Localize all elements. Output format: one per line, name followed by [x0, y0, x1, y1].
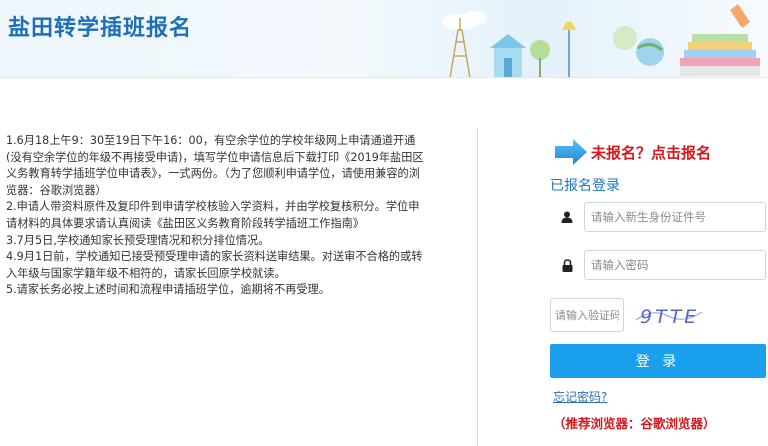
captcha-image[interactable]: 9TTE: [632, 298, 704, 332]
notice-item: 1.6月18上午9：30至19日下午16：00，有空余学位的学校年级网上申请通道…: [6, 134, 424, 197]
header-banner: 盐田转学插班报名: [0, 0, 768, 78]
password-input[interactable]: [584, 250, 766, 280]
forgot-password-link[interactable]: 忘记密码?: [553, 388, 607, 405]
register-link[interactable]: 未报名？点击报名: [553, 136, 743, 168]
arrow-right-icon: [555, 139, 587, 165]
lock-icon: [550, 250, 584, 280]
vertical-divider: [477, 128, 478, 446]
header-illustration: [442, 4, 760, 77]
id-number-input[interactable]: [584, 202, 766, 232]
site-title: 盐田转学插班报名: [8, 16, 193, 41]
user-icon: [550, 202, 584, 232]
login-title: 已报名登录: [550, 178, 620, 194]
id-field-row: [550, 202, 766, 232]
notice-item: 2.申请人带资料原件及复印件到申请学校核验入学资料，并由学校复核积分。学位申请材…: [6, 200, 420, 230]
browser-recommendation: （推荐浏览器：谷歌浏览器）: [553, 416, 716, 431]
notice-item: 4.9月1日前，学校通知已接受预受理申请的家长资料送审结果。对送审不合格的或转入…: [6, 250, 423, 280]
captcha-input[interactable]: [550, 298, 624, 332]
login-button[interactable]: 登 录: [550, 344, 766, 378]
captcha-code: 9TTE: [640, 306, 699, 328]
password-field-row: [550, 250, 766, 280]
notice-text: 1.6月18上午9：30至19日下午16：00，有空余学位的学校年级网上申请通道…: [6, 133, 430, 299]
notice-item: 3.7月5日,学校通知家长预受理情况和积分排位情况。: [6, 233, 270, 247]
register-link-label[interactable]: 未报名？点击报名: [591, 142, 711, 163]
notice-item: 5.请家长务必按上述时间和流程申请插班学位，逾期将不再受理。: [6, 283, 330, 297]
